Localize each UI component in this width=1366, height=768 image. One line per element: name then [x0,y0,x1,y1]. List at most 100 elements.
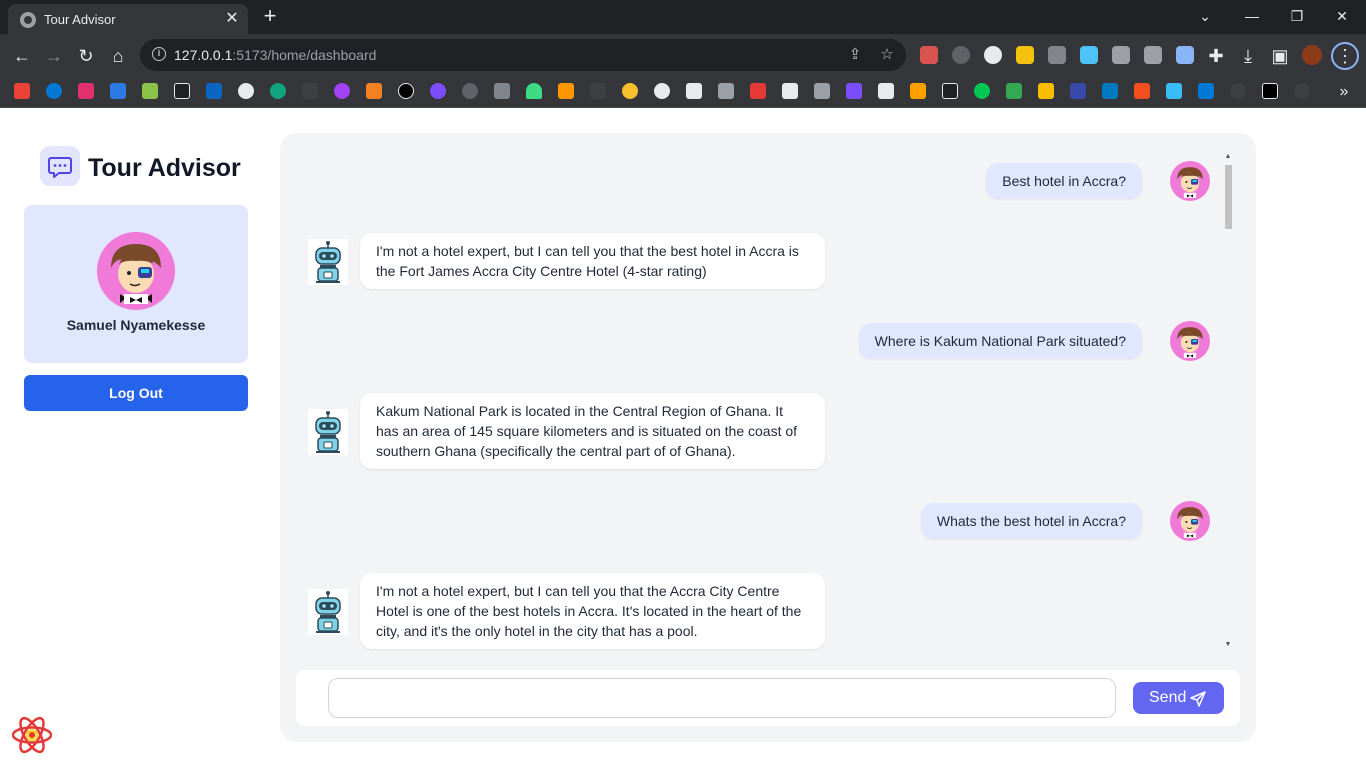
minimize-icon[interactable]: — [1238,4,1266,28]
bookmark-play-icon[interactable] [1038,83,1054,99]
extensions-puzzle-icon[interactable]: ✚ [1203,43,1229,69]
bookmark-icon[interactable] [878,83,894,99]
bookmark-icon[interactable] [654,83,670,99]
more-bookmarks-icon[interactable]: » [1331,79,1357,105]
bookmark-icon[interactable] [494,83,510,99]
send-button[interactable]: Send [1133,682,1224,714]
extension-icon[interactable] [1112,46,1130,64]
extension-icon[interactable] [1016,46,1034,64]
bot-message: I'm not a hotel expert, but I can tell y… [360,573,825,649]
send-label: Send [1149,689,1187,706]
bookmark-icon[interactable] [142,83,158,99]
chat-panel: Best hotel in Accra? I'm not a hotel exp… [280,133,1256,742]
message-scrollbar[interactable]: ▲ ▼ [1224,153,1232,651]
side-panel-icon[interactable]: ▣ [1267,43,1293,69]
forward-icon[interactable]: → [41,43,67,69]
bookmark-nextjs-icon[interactable] [398,83,414,99]
bookmark-icon[interactable] [590,83,606,99]
chat-bubble-icon [40,146,80,186]
user-avatar [1169,160,1211,202]
bookmark-star-icon[interactable]: ☆ [877,45,897,65]
bookmark-icon[interactable] [334,83,350,99]
user-avatar [1169,500,1211,542]
close-window-icon[interactable]: ✕ [1328,4,1356,28]
profile-avatar-icon[interactable] [1302,45,1322,65]
extension-icon[interactable] [1144,46,1162,64]
extension-icon[interactable] [984,46,1002,64]
message-list[interactable]: Best hotel in Accra? I'm not a hotel exp… [280,133,1240,657]
tab-search-icon[interactable]: ⌄ [1191,4,1219,28]
bookmark-icon[interactable] [558,83,574,99]
bot-message: I'm not a hotel expert, but I can tell y… [360,233,825,289]
address-bar[interactable]: i 127.0.0.1:5173/home/dashboard ⇪ ☆ [140,39,906,71]
download-icon[interactable]: ⤓ [1235,43,1261,69]
bookmark-icon[interactable] [1294,83,1310,99]
bookmark-icon[interactable] [718,83,734,99]
bookmark-x-icon[interactable] [1262,83,1278,99]
bookmark-icon[interactable] [814,83,830,99]
tab-title: Tour Advisor [44,12,116,27]
extension-icon[interactable] [952,46,970,64]
home-icon[interactable]: ⌂ [105,43,131,69]
bookmark-linkedin-icon[interactable] [206,83,222,99]
bookmark-outlook-icon[interactable] [1198,83,1214,99]
bookmark-icon[interactable] [302,83,318,99]
bookmark-icon[interactable] [846,83,862,99]
bookmark-icon[interactable] [622,83,638,99]
bookmark-icon[interactable] [1070,83,1086,99]
bookmark-drive-icon[interactable] [1006,83,1022,99]
new-tab-icon[interactable]: + [258,5,282,29]
bookmark-android-icon[interactable] [526,83,542,99]
bookmark-notion-icon[interactable] [782,83,798,99]
bookmark-chatgpt-icon[interactable] [270,83,286,99]
ublock-icon[interactable] [1048,46,1066,64]
profile-card: Samuel Nyamekesse [24,205,248,363]
bookmark-gmail-icon[interactable] [14,83,30,99]
bookmark-tailwind-icon[interactable] [1166,83,1182,99]
brand-title: Tour Advisor [88,154,241,182]
bookmark-icon[interactable] [750,83,766,99]
bookmark-trello-icon[interactable] [1102,83,1118,99]
bookmark-figma-icon[interactable] [1134,83,1150,99]
scroll-thumb[interactable] [1225,165,1232,229]
extension-icon[interactable] [920,46,938,64]
bookmark-firebase-icon[interactable] [910,83,926,99]
user-message: Where is Kakum National Park situated? [858,323,1142,359]
extension-icon[interactable] [1176,46,1194,64]
bookmark-icon[interactable] [974,83,990,99]
menu-kebab-icon[interactable]: ⋮ [1331,42,1359,70]
bookmark-instagram-icon[interactable] [78,83,94,99]
bookmarks-bar: » [0,76,1366,108]
logout-button[interactable]: Log Out [24,375,248,411]
app-root: Tour Advisor Samuel Nyamekesse Log Out B… [0,109,1366,768]
bot-avatar [307,238,349,286]
react-logo-icon[interactable] [10,713,54,757]
browser-tab[interactable]: Tour Advisor ✕ [8,4,248,34]
site-info-icon[interactable]: i [152,47,166,61]
extension-icon[interactable] [1080,46,1098,64]
bot-message: Kakum National Park is located in the Ce… [360,393,825,469]
bookmark-icon[interactable] [430,83,446,99]
url-text: 127.0.0.1:5173/home/dashboard [174,47,377,63]
tab-favicon-icon [20,12,36,28]
bookmark-github-icon[interactable] [238,83,254,99]
restore-icon[interactable]: ❐ [1283,4,1311,28]
bookmark-icon[interactable] [174,83,190,99]
bot-avatar [307,588,349,636]
scroll-up-icon[interactable]: ▲ [1224,153,1232,161]
user-message: Best hotel in Accra? [986,163,1142,199]
back-icon[interactable]: ← [9,43,35,69]
close-tab-icon[interactable]: ✕ [222,9,242,29]
bookmark-icon[interactable] [942,83,958,99]
bookmark-icon[interactable] [462,83,478,99]
bookmark-icon[interactable] [1230,83,1246,99]
bookmark-icon[interactable] [686,83,702,99]
bookmark-stackoverflow-icon[interactable] [366,83,382,99]
composer: Send [296,670,1240,726]
bookmark-onedrive-icon[interactable] [46,83,62,99]
bookmark-icon[interactable] [110,83,126,99]
share-icon[interactable]: ⇪ [845,45,865,65]
reload-icon[interactable]: ↻ [73,43,99,69]
message-input[interactable] [328,678,1116,718]
scroll-down-icon[interactable]: ▼ [1224,641,1232,649]
